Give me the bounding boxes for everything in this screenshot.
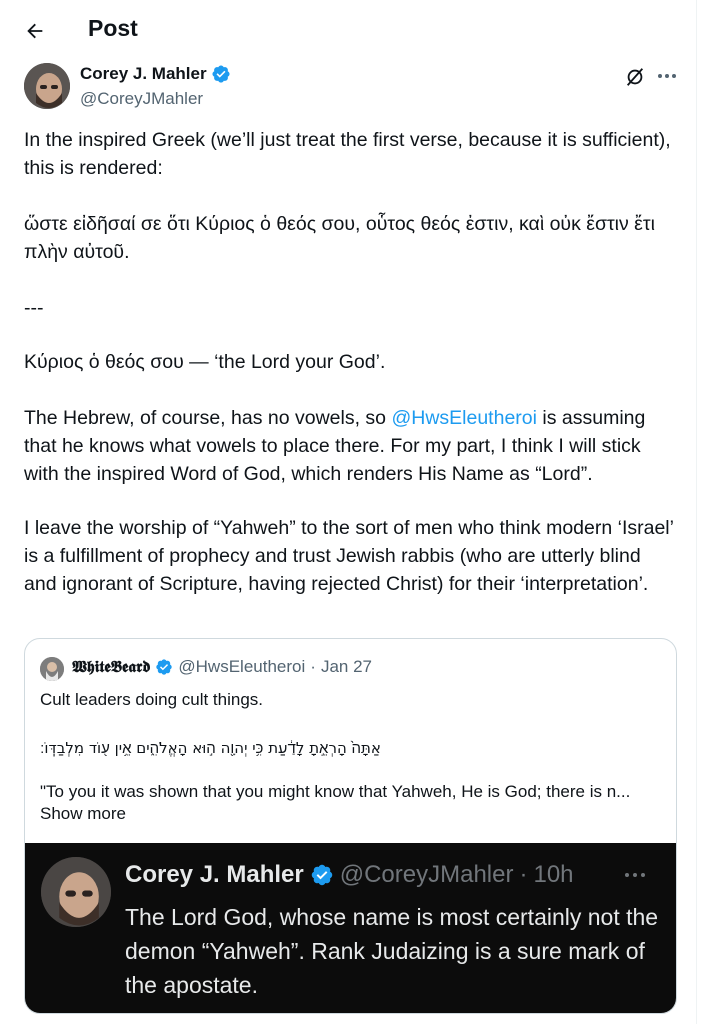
embed-avatar-image [41,857,111,927]
more-dot-icon [665,74,669,78]
embed-avatar [41,857,111,927]
post-paragraph-2: ὥστε εἰδῆσαί σε ὅτι Κύριος ὁ θεός σου, ο… [24,213,655,263]
page-header: Post [0,0,697,60]
post-text-segment: The Hebrew, of course, has no vowels, so [24,407,392,429]
quote-line-1: Cult leaders doing cult things. [40,690,264,709]
post-paragraph-5: The Hebrew, of course, has no vowels, so… [24,404,674,488]
more-dot-icon [641,873,645,877]
quote-hebrew-line: אַתָּה֙ הָרְאֵ֣תָ לָדַ֔עַת כִּ֥י יְהוָ֖ה… [40,739,381,757]
quoted-post[interactable]: 𝖂𝖍𝖎𝖙𝖊𝕭𝖊𝖆𝖗𝖉 @HwsEleutheroi · Jan 27 Cult … [24,638,677,1014]
grok-icon [626,68,644,86]
post-paragraph-6: I leave the worship of “Yahweh” to the s… [24,517,674,595]
avatar-image [24,63,70,109]
arrow-left-icon [27,23,43,39]
more-dot-icon [633,873,637,877]
quote-avatar-image [40,657,64,681]
embed-time: 10h [533,861,574,888]
quote-author-name[interactable]: 𝖂𝖍𝖎𝖙𝖊𝕭𝖊𝖆𝖗𝖉 [72,657,150,677]
more-dot-icon [625,873,629,877]
author-name-row: Corey J. Mahler [80,64,231,84]
quote-header: 𝖂𝖍𝖎𝖙𝖊𝕭𝖊𝖆𝖗𝖉 @HwsEleutheroi · Jan 27 [72,657,372,677]
embed-author-name: Corey J. Mahler [125,861,304,888]
post-page: Post Corey J. Mahler @CoreyJMahler In th… [0,0,697,1024]
quote-author-handle: @HwsEleutheroi [178,657,306,676]
verified-badge-icon [212,65,230,83]
verified-badge-icon [311,864,332,886]
verified-badge-icon [156,659,173,675]
author-name[interactable]: Corey J. Mahler [80,64,207,84]
quote-line-3: "To you it was shown that you might know… [40,782,631,801]
more-dot-icon [658,74,662,78]
embed-text: The Lord God, whose name is most certain… [125,904,659,998]
more-options-button[interactable] [656,66,678,86]
embed-more-icon [625,873,645,877]
show-more-link[interactable]: Show more [40,802,665,826]
avatar[interactable] [24,63,70,109]
mention-link[interactable]: @HwsEleutheroi [391,407,537,429]
more-dot-icon [672,74,676,78]
page-title: Post [88,15,138,41]
post-paragraph-3: --- [24,297,44,319]
embed-author-handle: @CoreyJMahler [339,861,514,888]
quoted-screenshot-image: Corey J. Mahler @CoreyJMahler · 10h The … [25,843,676,1013]
post-paragraph-4: Κύριος ὁ θεός σου — ‘the Lord your God’. [24,351,386,373]
grok-button[interactable] [624,66,646,88]
author-handle[interactable]: @CoreyJMahler [80,89,203,109]
post-paragraph-1: In the inspired Greek (we’ll just treat … [24,129,671,179]
quote-separator: · [310,657,316,676]
quote-avatar[interactable] [40,657,64,681]
back-button[interactable] [22,18,48,44]
embed-header: Corey J. Mahler @CoreyJMahler · 10h [125,861,574,889]
quote-date: Jan 27 [320,657,372,676]
embed-separator: · [519,861,528,888]
